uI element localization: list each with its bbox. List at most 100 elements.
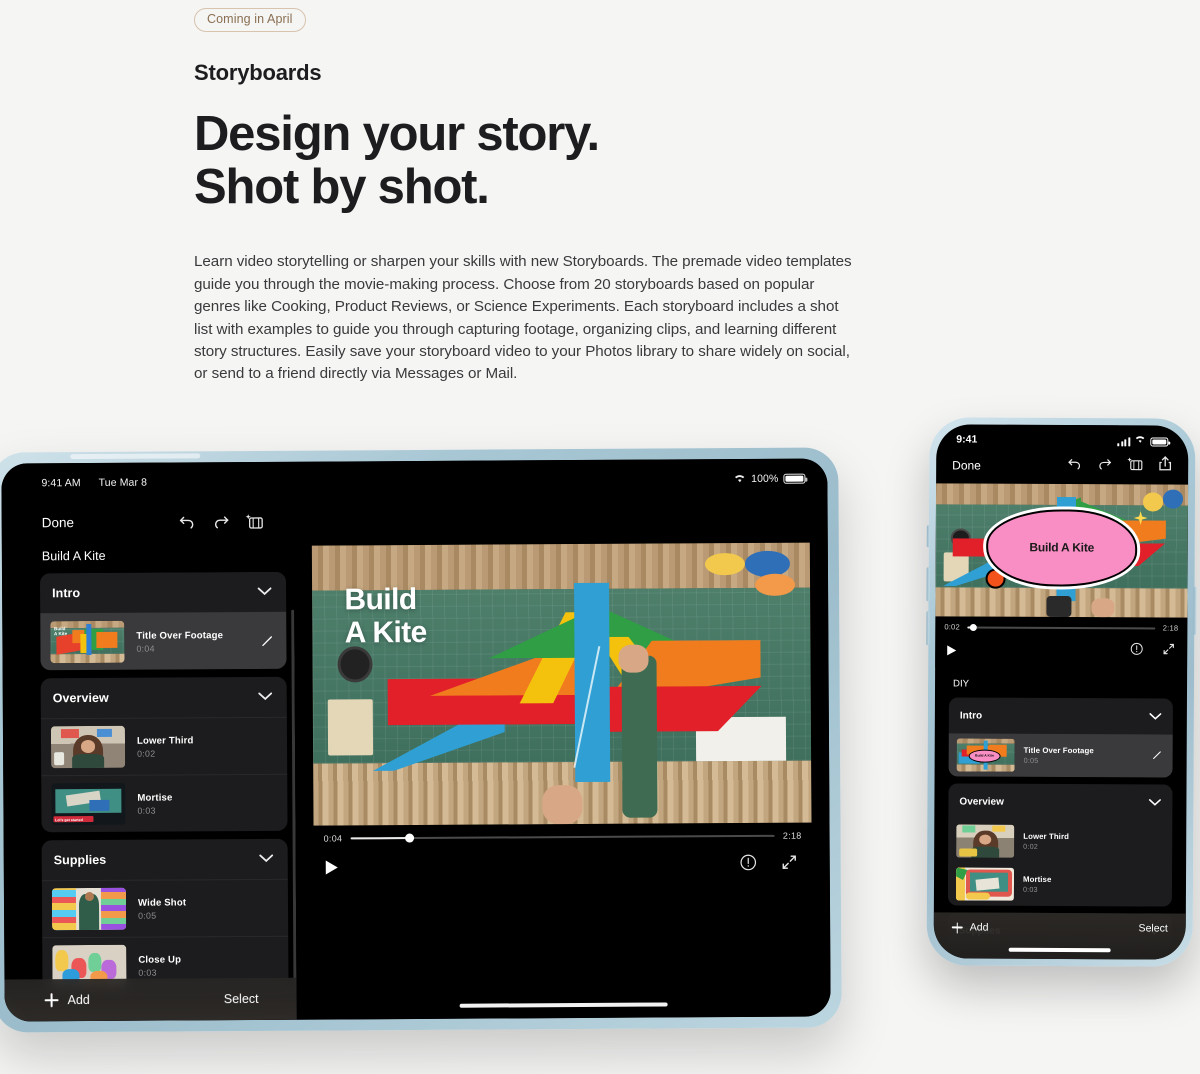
ipad-status-bar: 9:41 AM Tue Mar 8 100% — [1, 458, 827, 493]
magic-movie-icon[interactable] — [1127, 456, 1143, 476]
add-button[interactable]: Add — [952, 921, 989, 934]
edit-pencil-icon[interactable] — [1152, 747, 1163, 765]
shot-name: Mortise — [137, 791, 173, 804]
wifi-icon — [733, 472, 746, 485]
group-title: Overview — [52, 690, 109, 706]
select-button[interactable]: Select — [224, 992, 259, 1006]
ipad-screen: 9:41 AM Tue Mar 8 100% Done Build A Kite… — [1, 458, 831, 1022]
chevron-down-icon[interactable] — [259, 850, 274, 868]
iphone-device: 9:41 Done Build A Kite 0:02 2:18 DIY Int… — [926, 417, 1197, 967]
ipad-device: 9:41 AM Tue Mar 8 100% Done Build A Kite… — [0, 447, 842, 1033]
expand-icon[interactable] — [781, 854, 798, 876]
shot-name: Lower Third — [1023, 831, 1069, 841]
ipad-shot-list[interactable]: Intro Build A Kite Title Over Footage 0:… — [2, 571, 297, 994]
redo-icon[interactable] — [1097, 457, 1112, 475]
play-icon[interactable] — [947, 645, 957, 656]
iphone-status-time: 9:41 — [956, 433, 978, 446]
seek-slider[interactable] — [966, 623, 1156, 631]
group-header[interactable]: Intro — [40, 572, 286, 614]
ipad-sidebar: Done Build A Kite Intro Build A Kite Tit… — [1, 461, 297, 1022]
shot-info: Lower Third 0:02 — [137, 734, 275, 758]
list-item[interactable]: Lower Third 0:02 — [948, 819, 1172, 863]
page-title: Design your story. Shot by shot. — [194, 106, 874, 216]
ipad-project-title: Build A Kite — [41, 548, 106, 564]
shot-info: Wide Shot 0:05 — [138, 896, 276, 920]
group-header[interactable]: Supplies — [42, 839, 288, 881]
headline-line-2: Shot by shot. — [194, 160, 490, 215]
group-title: Overview — [959, 795, 1004, 808]
info-circle-icon[interactable] — [1130, 642, 1143, 660]
iphone-video-preview[interactable]: Build A Kite — [935, 483, 1189, 618]
feature-eyebrow: Storyboards — [194, 59, 322, 85]
shot-thumbnail — [50, 725, 126, 769]
headline-line-1: Design your story. — [194, 106, 600, 161]
undo-icon[interactable] — [178, 512, 196, 530]
chevron-down-icon[interactable] — [257, 583, 272, 601]
info-circle-icon[interactable] — [740, 854, 757, 876]
seek-progress — [350, 836, 410, 840]
seek-handle[interactable] — [405, 833, 415, 843]
chevron-down-icon[interactable] — [1148, 793, 1161, 811]
ipad-toolbar: Done — [2, 508, 294, 536]
group-header[interactable]: Intro — [949, 697, 1173, 734]
shot-group-overview: Overview Lower Third 0:02 Mortise 0:03 — [947, 783, 1173, 907]
group-title: Intro — [959, 709, 983, 722]
group-title: Supplies — [53, 852, 107, 868]
table-row[interactable]: Lower Third 0:02 — [40, 716, 288, 776]
battery-icon — [783, 473, 806, 484]
iphone-home-indicator — [1008, 947, 1111, 953]
feature-description: Learn video storytelling or sharpen your… — [194, 253, 852, 383]
iphone-category-label: DIY — [953, 678, 970, 690]
seek-slider[interactable] — [350, 833, 775, 843]
chevron-down-icon[interactable] — [258, 688, 273, 706]
shot-info: Mortise 0:03 — [1023, 875, 1162, 895]
group-header[interactable]: Overview — [41, 677, 287, 719]
video-preview[interactable]: Build A Kite — [311, 542, 812, 826]
shot-duration: 0:02 — [1023, 842, 1039, 852]
wifi-icon — [1134, 434, 1146, 446]
add-button[interactable]: Add — [45, 993, 90, 1007]
cellular-bars-icon — [1117, 437, 1131, 447]
table-row[interactable]: Wide Shot 0:05 — [41, 878, 289, 938]
shot-name: Title Over Footage — [1023, 745, 1094, 755]
play-icon[interactable] — [325, 860, 338, 875]
shot-info: Title Over Footage 0:05 — [1024, 746, 1143, 766]
shot-duration: 0:05 — [138, 910, 157, 921]
ipad-battery-percent: 100% — [751, 472, 779, 485]
iphone-player-controls: 0:02 2:18 — [935, 616, 1188, 669]
add-label: Add — [67, 992, 90, 1008]
shot-info: Close Up 0:03 — [138, 953, 276, 977]
shot-name: Mortise — [1022, 874, 1052, 884]
select-button[interactable]: Select — [1139, 922, 1168, 934]
list-item[interactable]: Mortise 0:03 — [948, 862, 1172, 906]
expand-icon[interactable] — [1162, 643, 1175, 661]
bubble-text: Build A Kite — [1029, 540, 1095, 555]
iphone-status-bar: 9:41 — [936, 424, 1188, 447]
list-item[interactable]: Build A Kite Title Over Footage 0:05 — [948, 733, 1173, 778]
shot-group-overview: Overview Lower Third 0:02 Let's get star… — [40, 676, 288, 833]
seek-handle[interactable] — [970, 623, 978, 631]
share-icon[interactable] — [1158, 456, 1172, 477]
iphone-volume-up-button — [926, 567, 930, 602]
add-label: Add — [969, 921, 989, 934]
undo-icon[interactable] — [1067, 457, 1082, 475]
chevron-down-icon[interactable] — [1149, 707, 1162, 725]
battery-icon — [1150, 437, 1169, 447]
seek-row: 0:04 2:18 — [324, 831, 802, 844]
current-time: 0:04 — [323, 833, 343, 844]
group-header[interactable]: Overview — [948, 783, 1172, 820]
current-time: 0:02 — [944, 622, 960, 632]
done-button[interactable]: Done — [42, 515, 74, 530]
shot-name: Close Up — [138, 953, 182, 966]
table-row[interactable]: Let's get started Mortise 0:03 — [41, 773, 288, 833]
edit-pencil-icon[interactable] — [260, 634, 274, 648]
ipad-home-indicator — [459, 1002, 668, 1008]
shot-thumbnail — [51, 887, 127, 931]
control-row — [324, 854, 802, 879]
magic-movie-icon[interactable] — [245, 512, 264, 530]
done-button[interactable]: Done — [952, 458, 981, 472]
table-row[interactable]: Build A Kite Title Over Footage 0:04 — [40, 611, 287, 671]
redo-icon[interactable] — [212, 512, 230, 530]
control-row — [944, 641, 1178, 660]
shot-thumbnail: Build A Kite — [956, 738, 1015, 772]
